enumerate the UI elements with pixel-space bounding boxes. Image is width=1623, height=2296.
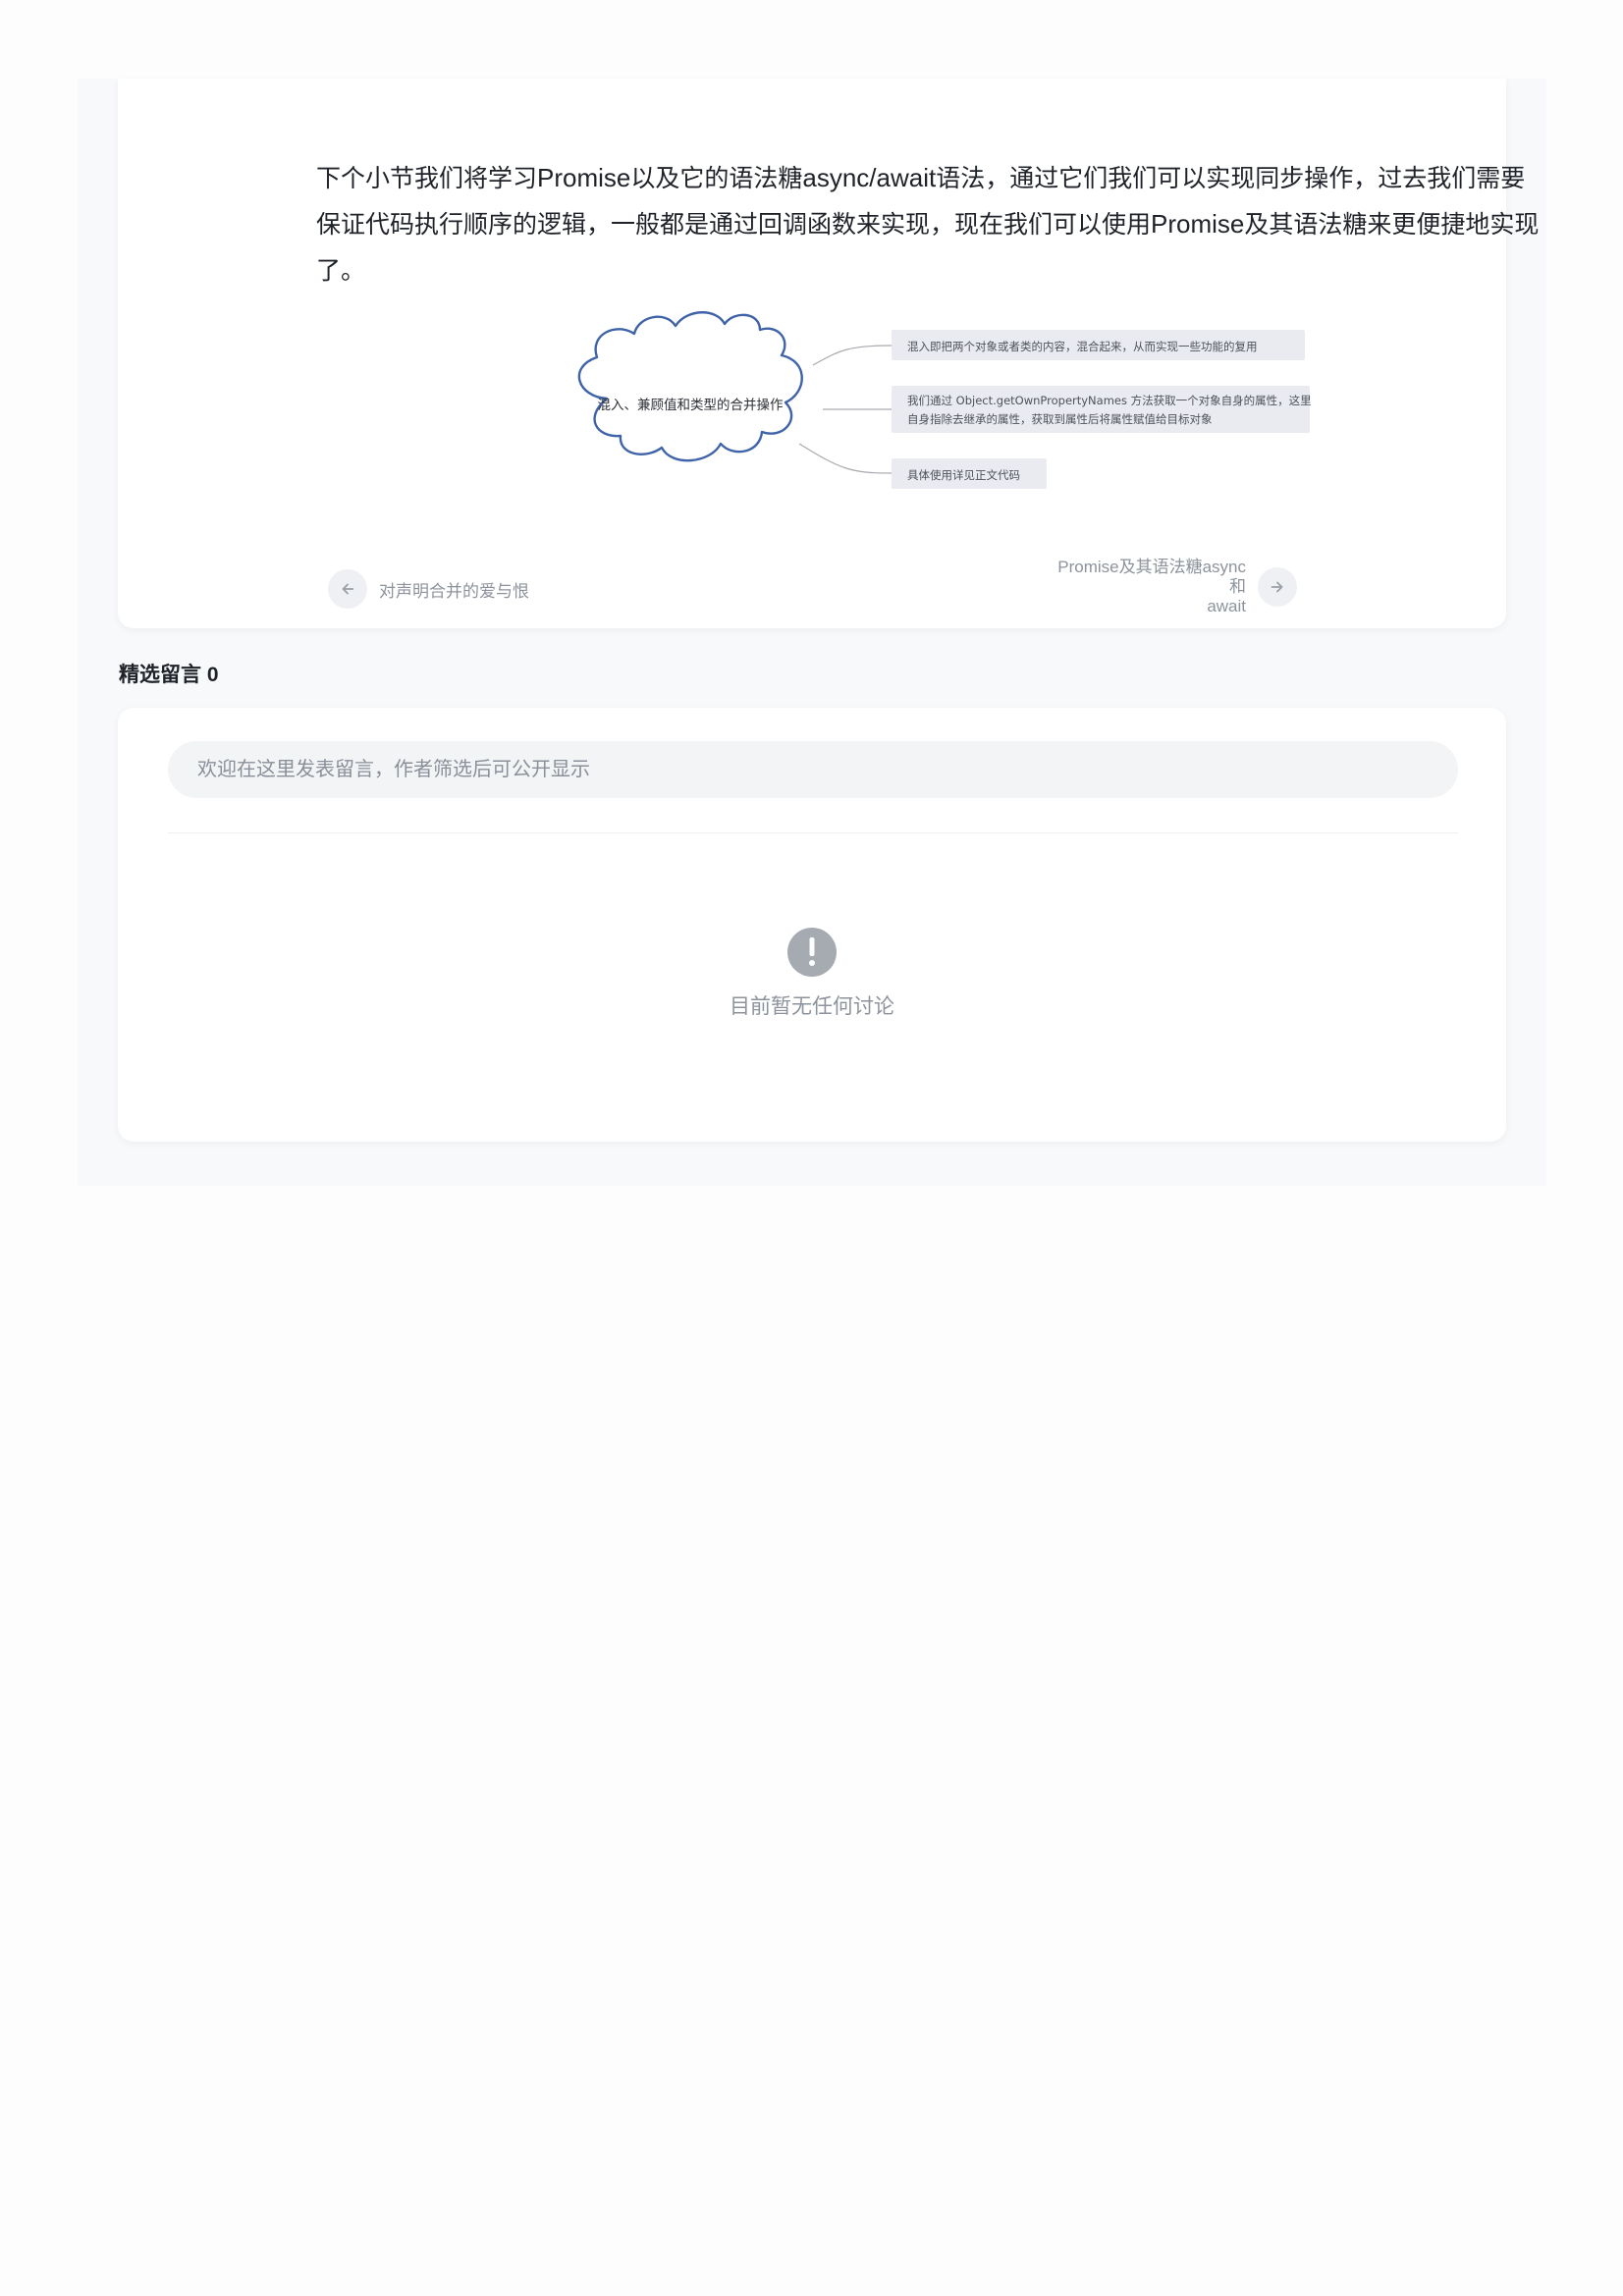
arrow-right-icon[interactable] <box>1258 567 1297 607</box>
comments-card: 目前暂无任何讨论 <box>118 708 1506 1142</box>
prev-chapter-label[interactable]: 对声明合并的爱与恨 <box>379 577 529 602</box>
paragraph-term: Promise <box>1151 209 1245 239</box>
mindmap-branch-2-line-1: 我们通过 Object.getOwnPropertyNames 方法获取一个对象… <box>907 394 1312 407</box>
mindmap-connector-1 <box>812 345 893 366</box>
paragraph-term: Promise <box>537 163 631 192</box>
next-chapter-label[interactable]: Promise及其语法糖async和 await <box>1050 558 1246 616</box>
comment-input[interactable] <box>168 741 1458 798</box>
mindmap-svg: 混入、兼顾值和类型的合并操作 混入即把两个对象或者类的内容，混合起来，从而实现一… <box>577 311 1312 489</box>
empty-state: 目前暂无任何讨论 <box>118 928 1506 1020</box>
mindmap-figure: 混入、兼顾值和类型的合并操作 混入即把两个对象或者类的内容，混合起来，从而实现一… <box>550 310 1316 507</box>
empty-state-text: 目前暂无任何讨论 <box>730 995 894 1018</box>
mindmap-connector-3 <box>798 443 893 474</box>
mindmap-branch-2-line-2: 自身指除去继承的属性，获取到属性后将属性赋值给目标对象 <box>907 412 1213 426</box>
divider <box>168 832 1458 833</box>
mindmap-cloud <box>577 311 803 462</box>
paragraph-text: 下个小节我们将学习 <box>316 164 538 192</box>
arrow-left-icon[interactable] <box>328 569 367 609</box>
next-chapter-label-line-1[interactable]: Promise及其语法糖async和 <box>1057 558 1246 596</box>
next-chapter-label-line-2[interactable]: await <box>1207 597 1246 615</box>
paragraph-term: async/await <box>802 163 937 192</box>
paragraph-text: 以及它的语法糖 <box>630 164 803 192</box>
article-paragraph: 下个小节我们将学习Promise以及它的语法糖async/await语法，通过它… <box>316 155 1543 294</box>
prev-chapter-link[interactable]: 对声明合并的爱与恨 <box>328 569 529 609</box>
comments-title: 精选留言 0 <box>119 664 219 686</box>
next-chapter-link[interactable]: Promise及其语法糖async和 await <box>1050 558 1297 615</box>
mindmap-center-label: 混入、兼顾值和类型的合并操作 <box>598 398 784 413</box>
exclamation-icon <box>787 928 837 977</box>
article-card: 下个小节我们将学习Promise以及它的语法糖async/await语法，通过它… <box>118 79 1539 628</box>
mindmap-branch-1: 混入即把两个对象或者类的内容，混合起来，从而实现一些功能的复用 <box>907 340 1258 353</box>
mindmap-branch-3: 具体使用详见正文代码 <box>907 468 1020 482</box>
